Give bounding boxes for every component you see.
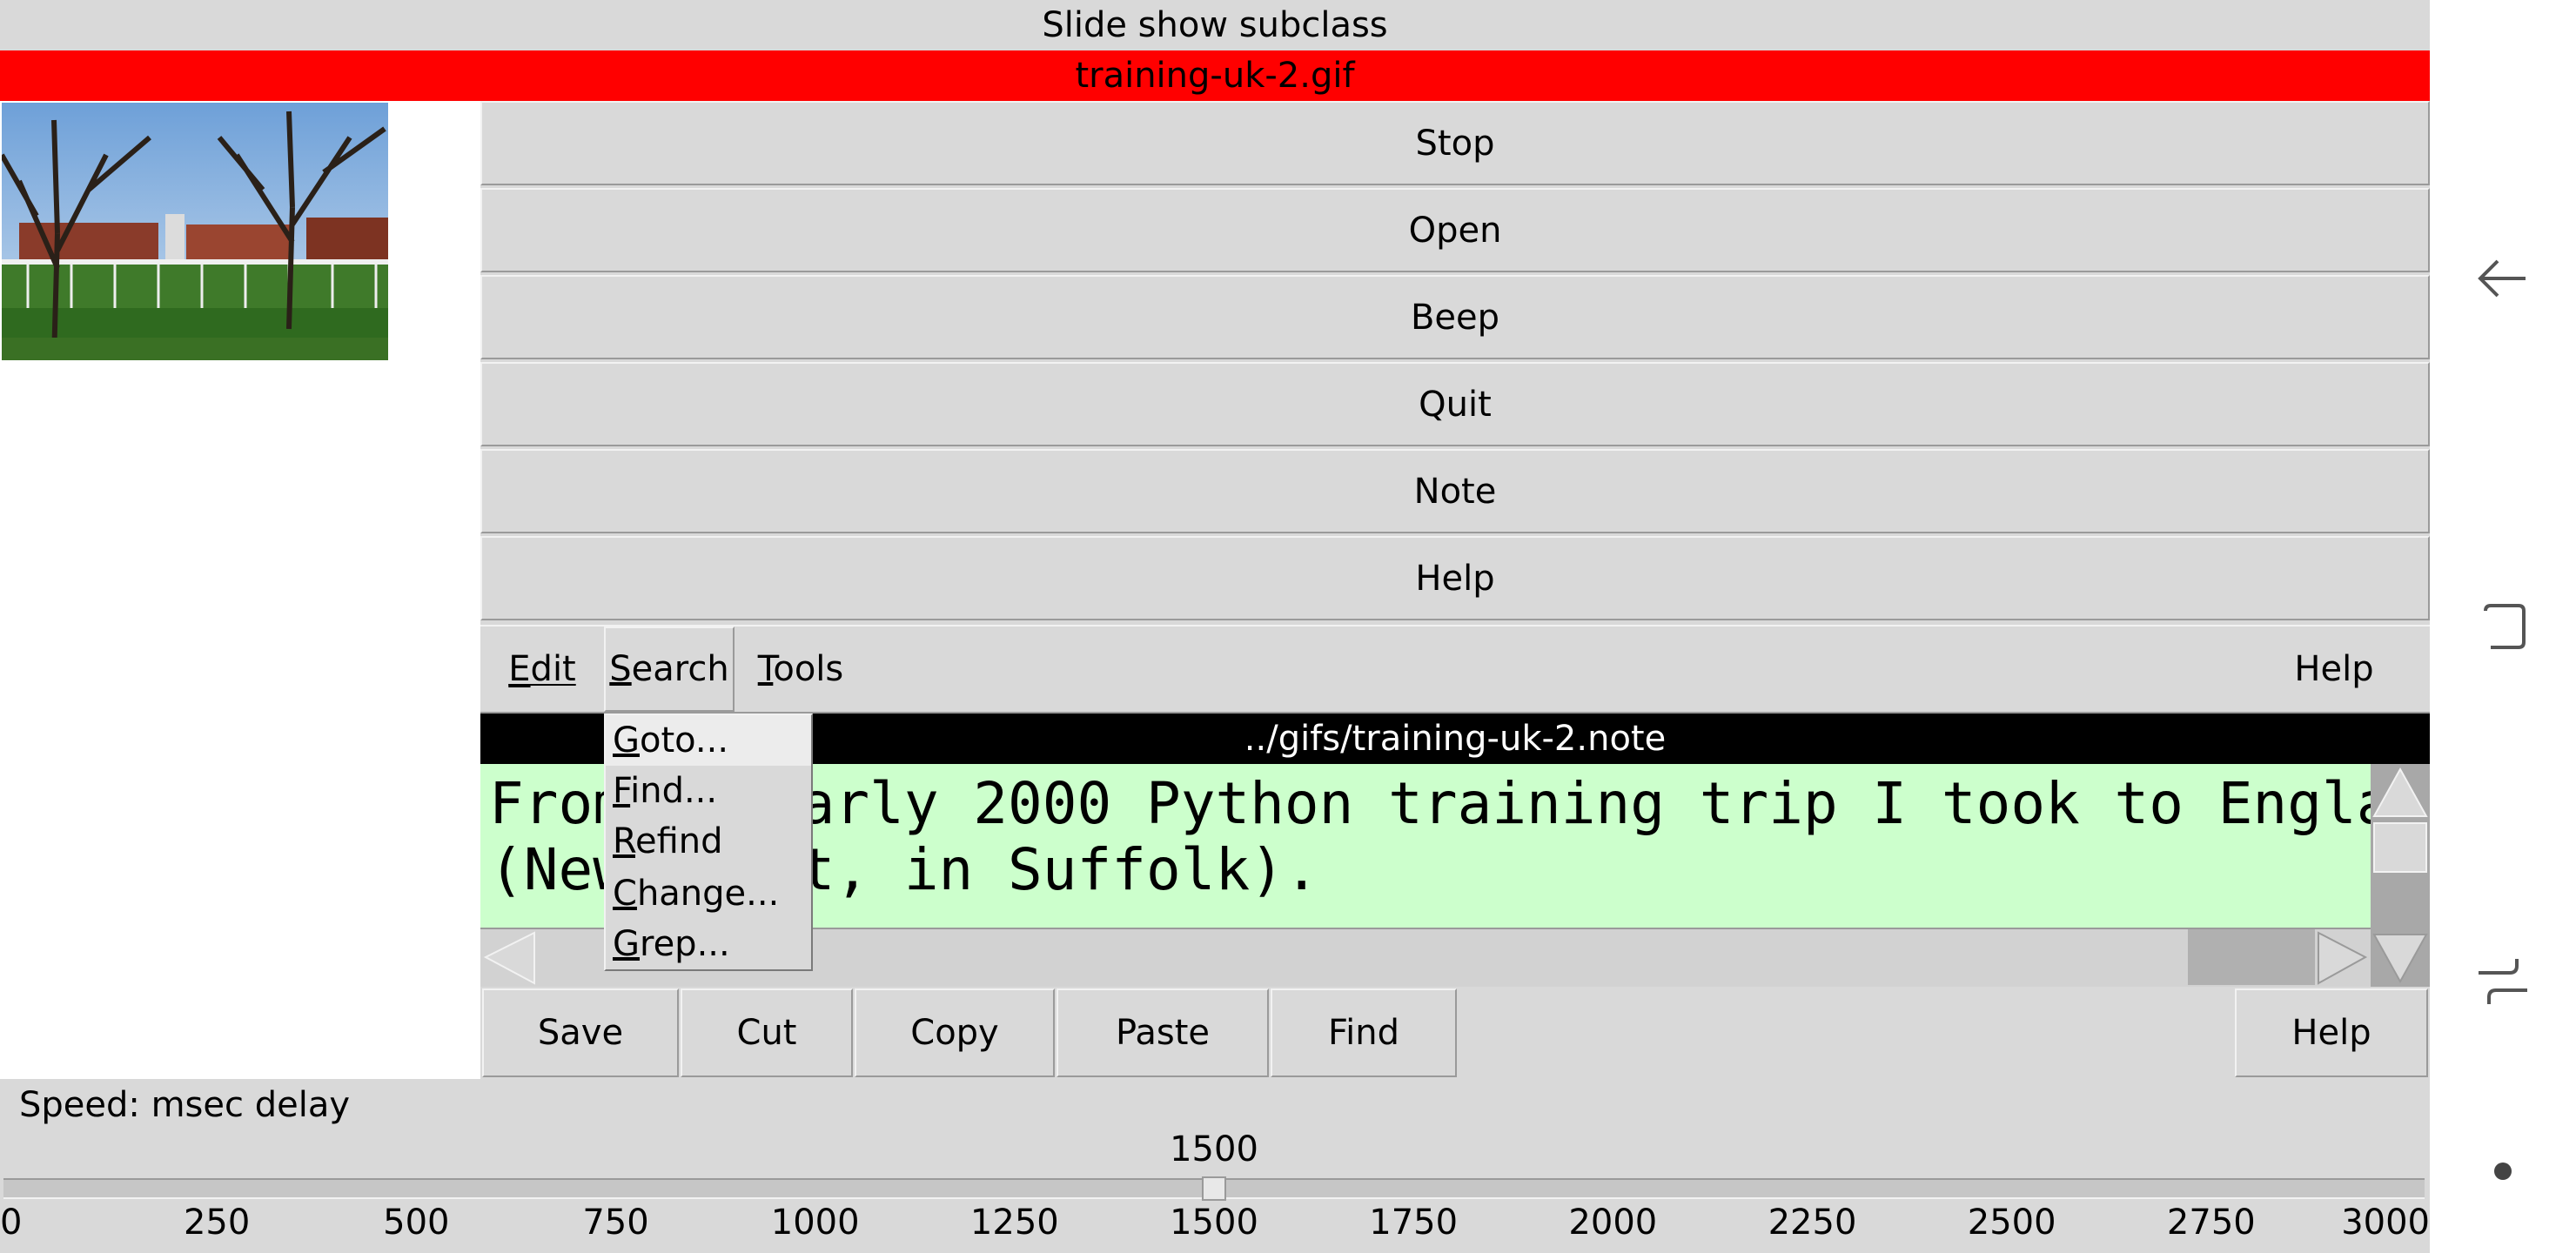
paste-button-label: Paste (1116, 1013, 1210, 1053)
search-menu-grep[interactable]: Grep... (606, 919, 811, 969)
file-name-text: training-uk-2.gif (1075, 56, 1355, 96)
open-button[interactable]: Open (480, 188, 2430, 272)
search-menu-find[interactable]: Find... (606, 766, 811, 816)
note-vertical-scrollbar[interactable] (2371, 764, 2430, 987)
editor-menu-bar: Edit Search Tools Help (480, 625, 2430, 714)
speed-tick-label: 1250 (969, 1203, 1059, 1243)
note-button[interactable]: Note (480, 449, 2430, 533)
vertical-scroll-thumb (2373, 822, 2427, 873)
help-button-label: Help (1415, 558, 1495, 599)
cut-button[interactable]: Cut (681, 988, 853, 1077)
find-button-label: Find (1328, 1013, 1399, 1053)
speed-tick-label: 2750 (2166, 1203, 2256, 1243)
menu-help[interactable]: Help (2273, 626, 2395, 712)
speed-label: Speed: msec delay (19, 1085, 350, 1125)
search-menu-find-label: Find... (613, 771, 718, 811)
speed-tick-label: 500 (383, 1203, 450, 1243)
speed-value: 1500 (1170, 1129, 1258, 1169)
vertical-scrollbar-graphic (2372, 767, 2428, 984)
window-title-text: Slide show subclass (1042, 5, 1388, 45)
copy-button[interactable]: Copy (855, 988, 1055, 1077)
slide-photo (2, 103, 388, 360)
speed-tick-label: 3000 (2341, 1203, 2430, 1243)
beep-button[interactable]: Beep (480, 275, 2430, 359)
scroll-left-arrow-icon (483, 931, 535, 985)
speed-tick-label: 2500 (1967, 1203, 2056, 1243)
slide-photo-image (2, 103, 388, 360)
paste-button[interactable]: Paste (1057, 988, 1269, 1077)
speed-tick-label: 750 (582, 1203, 649, 1243)
speed-tick-label: 0 (0, 1203, 23, 1243)
copy-button-label: Copy (910, 1013, 999, 1053)
search-menu-change-label: Change... (613, 874, 780, 914)
save-button-label: Save (537, 1013, 624, 1053)
search-dropdown-menu: Goto... Find... Refind Change... Grep... (604, 714, 813, 971)
back-arrow-icon[interactable] (2475, 251, 2531, 306)
scroll-up-arrow-icon (2372, 767, 2428, 817)
cut-button-label: Cut (736, 1013, 797, 1053)
quit-button[interactable]: Quit (480, 362, 2430, 446)
recents-icon[interactable] (2475, 954, 2531, 1009)
stop-button-label: Stop (1415, 123, 1495, 164)
find-button[interactable]: Find (1271, 988, 1457, 1077)
speed-slider-thumb[interactable] (1202, 1176, 1226, 1201)
search-menu-goto[interactable]: Goto... (606, 715, 811, 766)
speed-tick-label: 1500 (1170, 1203, 1258, 1243)
editor-help-button[interactable]: Help (2235, 988, 2428, 1077)
menu-search[interactable]: Search (604, 626, 735, 712)
window-title: Slide show subclass (0, 0, 2430, 50)
search-menu-change[interactable]: Change... (606, 868, 811, 919)
menu-tools-label: Tools (757, 649, 844, 689)
speed-tick-label: 1750 (1369, 1203, 1459, 1243)
file-name-banner: training-uk-2.gif (0, 50, 2430, 101)
dot-icon[interactable] (2475, 1143, 2531, 1199)
editor-help-button-label: Help (2291, 1013, 2371, 1053)
save-button[interactable]: Save (482, 988, 679, 1077)
search-menu-grep-label: Grep... (613, 924, 730, 964)
horizontal-scroll-thumb[interactable] (2188, 929, 2315, 985)
home-square-icon[interactable] (2475, 599, 2531, 654)
speed-tick-label: 2250 (1768, 1203, 1857, 1243)
menu-edit-label: Edit (508, 649, 576, 689)
speed-tick-label: 1000 (770, 1203, 860, 1243)
speed-tick-label: 250 (183, 1203, 251, 1243)
help-button[interactable]: Help (480, 536, 2430, 620)
beep-button-label: Beep (1410, 297, 1500, 338)
speed-tick-label: 2000 (1568, 1203, 1658, 1243)
menu-tools[interactable]: Tools (740, 626, 862, 712)
search-menu-refind-label: Refind (613, 821, 723, 861)
menu-help-label: Help (2294, 649, 2374, 689)
menu-edit[interactable]: Edit (482, 626, 602, 712)
search-menu-refind[interactable]: Refind (606, 816, 811, 867)
menu-search-label: Search (609, 649, 729, 689)
stop-button[interactable]: Stop (480, 101, 2430, 185)
note-button-label: Note (1413, 471, 1497, 512)
scroll-right-arrow-icon (2318, 931, 2368, 985)
quit-button-label: Quit (1419, 384, 1492, 425)
search-menu-goto-label: Goto... (613, 720, 729, 761)
open-button-label: Open (1408, 210, 1502, 251)
note-file-path-text: ../gifs/training-uk-2.note (1244, 719, 1667, 759)
scroll-down-arrow-icon (2372, 934, 2428, 984)
